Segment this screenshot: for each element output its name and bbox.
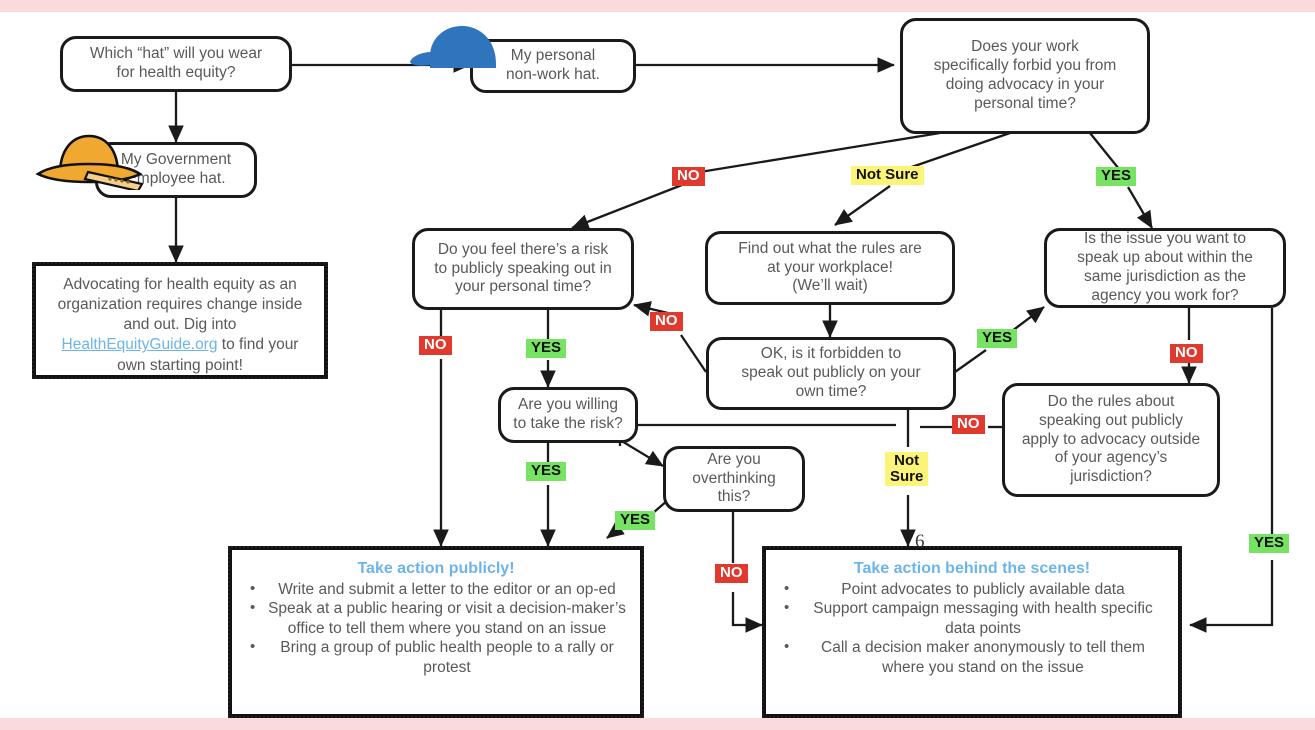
list-item-text: Point advocates to publicly available da… bbox=[841, 581, 1125, 598]
node-work-forbids-advocacy[interactable]: Does your work specifically forbid you f… bbox=[900, 18, 1150, 134]
action-behind-scenes-list: • Point advocates to publicly available … bbox=[778, 580, 1166, 677]
stray-pen-mark: 6 bbox=[915, 531, 925, 552]
node-start[interactable]: Which “hat” will you wear for health equ… bbox=[60, 36, 292, 92]
health-equity-guide-link[interactable]: HealthEquityGuide.org bbox=[62, 336, 218, 353]
edge-label-not-sure-behind-scenes: Not Sure bbox=[885, 452, 929, 487]
node-personal-hat-text: My personal non-work hat. bbox=[506, 47, 600, 83]
node-forbidden-own-time-text: OK, is it forbidden to speak out publicl… bbox=[741, 345, 921, 400]
list-item: • Bring a group of public health people … bbox=[244, 638, 628, 677]
node-start-text: Which “hat” will you wear for health equ… bbox=[89, 45, 263, 81]
action-publicly-title: Take action publicly! bbox=[357, 560, 515, 577]
action-behind-scenes-inner: Take action behind the scenes! • Point a… bbox=[766, 550, 1178, 685]
node-overthinking[interactable]: Are you overthinking this? bbox=[663, 446, 805, 512]
bullet-icon: • bbox=[784, 638, 790, 656]
list-item: • Speak at a public hearing or visit a d… bbox=[244, 599, 628, 638]
edge-label-no-forbidden-own-time: NO bbox=[650, 312, 683, 331]
info-box-text: Advocating for health equity as an organ… bbox=[36, 266, 324, 384]
info-box-health-equity-guide: Advocating for health equity as an organ… bbox=[32, 262, 328, 379]
node-rules-outside-jurisdiction[interactable]: Do the rules about speaking out publicly… bbox=[1002, 383, 1220, 497]
list-item: • Support campaign messaging with health… bbox=[778, 599, 1166, 638]
action-publicly-inner: Take action publicly! • Write and submit… bbox=[232, 550, 640, 685]
bottom-edge-strip bbox=[0, 718, 1315, 730]
edge-label-no-jurisdiction: NO bbox=[1170, 344, 1203, 363]
action-publicly-box: Take action publicly! • Write and submit… bbox=[228, 546, 644, 718]
bullet-icon: • bbox=[784, 580, 790, 597]
edge-label-yes-willing: YES bbox=[526, 462, 567, 481]
edge-label-yes-forbidden-own-time: YES bbox=[977, 329, 1018, 348]
bullet-icon: • bbox=[250, 580, 256, 597]
node-risk-speaking-out-text: Do you feel there’s a risk to publicly s… bbox=[434, 240, 612, 296]
list-item-text: Call a decision maker anonymously to tel… bbox=[821, 639, 1145, 676]
node-rules-outside-jurisdiction-text: Do the rules about speaking out publicly… bbox=[1021, 392, 1201, 486]
edge-label-yes-risk: YES bbox=[526, 339, 567, 358]
edge-label-no-forbid: NO bbox=[672, 167, 705, 186]
node-willing-take-risk-text: Are you willing to take the risk? bbox=[513, 396, 623, 432]
node-overthinking-text: Are you overthinking this? bbox=[692, 450, 776, 506]
edge-label-no-risk: NO bbox=[419, 336, 452, 355]
top-edge-strip bbox=[0, 0, 1315, 12]
node-willing-take-risk[interactable]: Are you willing to take the risk? bbox=[498, 387, 638, 443]
edge-label-no-overthinking: NO bbox=[715, 564, 748, 583]
edge-label-no-rules-outside: NO bbox=[952, 415, 985, 434]
edge-label-yes-overthinking: YES bbox=[615, 511, 656, 530]
node-forbidden-own-time[interactable]: OK, is it forbidden to speak out publicl… bbox=[706, 337, 956, 410]
action-publicly-list: • Write and submit a letter to the edito… bbox=[244, 580, 628, 677]
list-item-text: Speak at a public hearing or visit a dec… bbox=[268, 600, 626, 637]
bullet-icon: • bbox=[250, 599, 256, 617]
flowchart-canvas: Which “hat” will you wear for health equ… bbox=[0, 0, 1315, 730]
orange-hard-hat-icon bbox=[30, 128, 148, 193]
list-item-text: Support campaign messaging with health s… bbox=[813, 600, 1153, 637]
node-find-out-rules-text: Find out what the rules are at your work… bbox=[738, 239, 922, 295]
info-box-before-link: Advocating for health equity as an organ… bbox=[57, 276, 303, 334]
action-behind-scenes-box: Take action behind the scenes! • Point a… bbox=[762, 546, 1182, 718]
action-behind-scenes-title: Take action behind the scenes! bbox=[853, 560, 1091, 577]
node-risk-speaking-out[interactable]: Do you feel there’s a risk to publicly s… bbox=[412, 228, 634, 310]
list-item: • Point advocates to publicly available … bbox=[778, 580, 1166, 599]
node-same-jurisdiction[interactable]: Is the issue you want to speak up about … bbox=[1044, 228, 1286, 308]
list-item-text: Write and submit a letter to the editor … bbox=[278, 581, 616, 598]
edge-label-yes-forbid: YES bbox=[1096, 167, 1137, 186]
list-item-text: Bring a group of public health people to… bbox=[280, 639, 614, 676]
node-same-jurisdiction-text: Is the issue you want to speak up about … bbox=[1077, 230, 1253, 304]
node-find-out-rules[interactable]: Find out what the rules are at your work… bbox=[705, 231, 955, 305]
node-work-forbids-advocacy-text: Does your work specifically forbid you f… bbox=[933, 38, 1117, 112]
blue-baseball-cap-icon bbox=[408, 22, 500, 70]
edge-label-yes-jurisdiction: YES bbox=[1249, 534, 1290, 553]
bullet-icon: • bbox=[784, 599, 790, 617]
list-item: • Write and submit a letter to the edito… bbox=[244, 580, 628, 599]
edge-label-not-sure-forbid: Not Sure bbox=[851, 166, 924, 185]
list-item: • Call a decision maker anonymously to t… bbox=[778, 638, 1166, 677]
bullet-icon: • bbox=[250, 638, 256, 656]
